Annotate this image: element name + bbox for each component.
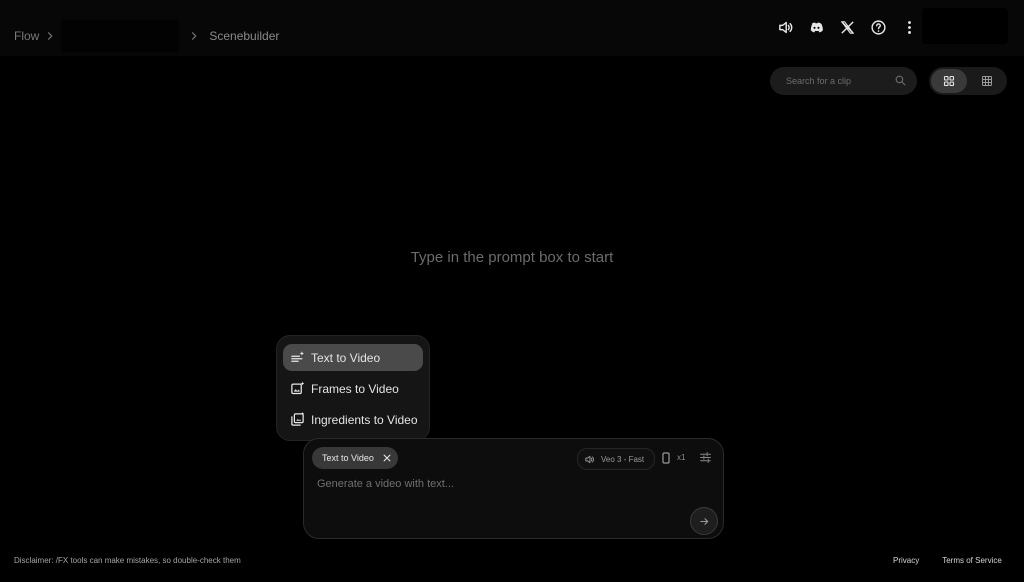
- footer-links: Privacy Terms of Service: [893, 556, 1002, 565]
- layers-sparkle-icon: [289, 412, 305, 428]
- empty-state-message: Type in the prompt box to start: [410, 249, 614, 266]
- mode-chip-label: Text to Video: [322, 453, 374, 463]
- breadcrumb-root[interactable]: Flow: [14, 29, 39, 43]
- search-icon[interactable]: [894, 74, 907, 87]
- mode-chip[interactable]: Text to Video: [312, 447, 398, 469]
- small-grid-view-button[interactable]: [969, 69, 1005, 93]
- chevron-right-icon: [48, 32, 53, 40]
- terms-link[interactable]: Terms of Service: [942, 556, 1002, 565]
- x-social-button[interactable]: [836, 16, 858, 38]
- text-sparkle-icon: [289, 350, 305, 366]
- top-bar: Flow Scenebuilder: [0, 0, 1024, 56]
- disclaimer-text: Disclaimer: /FX tools can make mistakes,…: [14, 556, 241, 565]
- chevron-right-icon: [192, 32, 197, 40]
- discord-icon: [810, 22, 823, 32]
- more-vert-icon: [907, 20, 911, 34]
- arrow-right-icon: [699, 517, 708, 525]
- more-options-button[interactable]: [898, 16, 920, 38]
- model-selector[interactable]: Veo 3 - Fast: [577, 448, 656, 470]
- aspect-ratio-icon[interactable]: [662, 452, 670, 464]
- volume-icon: [585, 455, 594, 463]
- help-icon: [870, 19, 886, 35]
- volume-icon: [778, 21, 792, 33]
- x-icon: [840, 20, 854, 34]
- menu-item-label: Text to Video: [311, 350, 381, 365]
- breadcrumb-current[interactable]: Scenebuilder: [209, 29, 279, 43]
- grid-2x2-icon: [943, 75, 955, 87]
- menu-item-text-to-video[interactable]: Text to Video: [283, 344, 423, 371]
- view-toggle: [929, 67, 1007, 95]
- breadcrumb: Flow Scenebuilder: [14, 20, 279, 52]
- grid-3x3-icon: [982, 76, 992, 86]
- project-name-redacted[interactable]: [61, 20, 180, 52]
- help-button[interactable]: [867, 16, 889, 38]
- prompt-box: Text to Video Veo 3 - Fast x1: [303, 438, 724, 539]
- send-button[interactable]: [690, 507, 718, 535]
- model-label: Veo 3 - Fast: [601, 454, 645, 464]
- avatar[interactable]: [922, 8, 1008, 44]
- image-sparkle-icon: [289, 381, 305, 397]
- search-input[interactable]: [784, 75, 898, 87]
- clip-search: [770, 67, 917, 95]
- privacy-link[interactable]: Privacy: [893, 556, 919, 565]
- close-icon[interactable]: [382, 453, 392, 463]
- volume-button[interactable]: [774, 16, 796, 38]
- menu-item-frames-to-video[interactable]: Frames to Video: [283, 375, 423, 402]
- header-actions: [774, 16, 920, 38]
- generation-mode-menu: Text to Video Frames to Video Ingredient…: [276, 335, 430, 441]
- tune-icon[interactable]: [699, 451, 712, 464]
- prompt-input[interactable]: [315, 477, 679, 491]
- menu-item-label: Frames to Video: [311, 381, 399, 396]
- menu-item-label: Ingredients to Video: [311, 412, 418, 427]
- discord-button[interactable]: [805, 16, 827, 38]
- output-count[interactable]: x1: [677, 453, 685, 462]
- large-grid-view-button[interactable]: [931, 69, 967, 93]
- menu-item-ingredients-to-video[interactable]: Ingredients to Video: [283, 406, 423, 433]
